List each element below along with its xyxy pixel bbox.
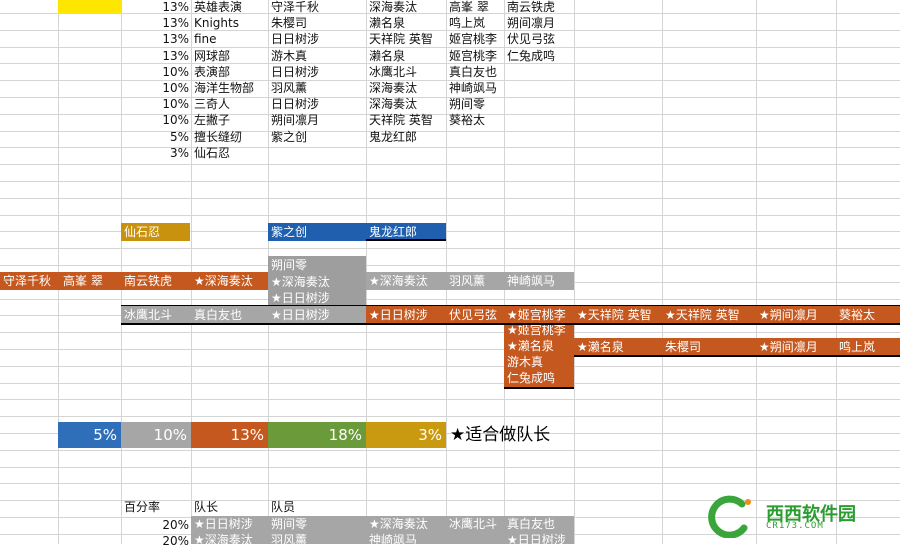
bottom-row-member[interactable]: 朔间零 — [268, 516, 366, 532]
member-cell — [268, 144, 369, 162]
header-pct: 百分率 — [124, 500, 161, 514]
legend-10: 10% — [121, 422, 191, 448]
watermark-url: CR173.COM — [766, 521, 824, 531]
gray-stack-item[interactable]: 朔间零 — [268, 256, 366, 274]
orange-mid-item[interactable]: ★天祥院 英智 — [662, 306, 756, 324]
legend-note: ★适合做队长 — [450, 425, 551, 445]
orange-mid-item[interactable]: ★朔间凛月 — [756, 306, 836, 324]
gray-stack-item[interactable]: ★深海奏汰 — [268, 274, 366, 290]
orange-right-item[interactable]: 朱樱司 — [662, 338, 756, 356]
gray-row-item[interactable]: 神崎飒马 — [504, 272, 574, 290]
team-cell: 仙石忍 — [194, 145, 231, 160]
outline — [504, 387, 574, 389]
header-leader: 队长 — [194, 500, 219, 514]
orange-right-item[interactable]: ★濑名泉 — [574, 338, 662, 356]
bottom-row-member[interactable]: 真白友也 — [504, 516, 574, 532]
gold-box-sengoku[interactable]: 仙石忍 — [121, 223, 190, 241]
blue-box-shinobu[interactable]: 紫之创 — [268, 223, 366, 241]
gray-stack-item[interactable]: ★日日树涉 — [268, 290, 366, 306]
orange-mid-item[interactable]: ★天祥院 英智 — [574, 306, 662, 324]
bottom-row-leader[interactable]: ★日日树涉 — [191, 516, 268, 532]
pct-cell: 3% — [169, 145, 189, 160]
legend-18: 18% — [268, 422, 366, 448]
outline — [574, 355, 900, 357]
orange-row-item[interactable]: 守泽千秋 — [0, 272, 60, 290]
bottom-row-leader[interactable]: ★深海奏汰 — [191, 532, 268, 548]
outline — [121, 323, 900, 325]
orange-row-item[interactable]: 高峯 翠 — [60, 272, 122, 290]
logo-icon — [708, 495, 751, 539]
outline — [121, 305, 900, 306]
bottom-row-member[interactable]: 羽风薰 — [268, 532, 366, 548]
orange-stack-item[interactable]: ★濑名泉 — [504, 338, 574, 354]
yellow-header-cell — [58, 0, 121, 13]
member-cell — [446, 144, 507, 162]
orange-right-item[interactable]: 鸣上岚 — [836, 338, 900, 356]
bottom-row-member[interactable]: ★深海奏汰 — [366, 516, 446, 532]
bottom-row-pct: 20% — [162, 534, 189, 548]
gray-left-item[interactable]: ★日日树涉 — [268, 306, 366, 324]
legend-3: 3% — [366, 422, 446, 448]
orange-right-item[interactable]: ★朔间凛月 — [756, 338, 836, 356]
orange-stack-item[interactable]: 游木真 — [504, 354, 574, 370]
orange-row-item[interactable]: 南云铁虎 — [121, 272, 191, 290]
member-cell — [504, 144, 577, 162]
legend-13: 13% — [191, 422, 268, 448]
member-cell — [366, 144, 449, 162]
header-member: 队员 — [271, 500, 296, 514]
orange-stack-item[interactable]: 仁兔成鸣 — [504, 370, 574, 386]
watermark-logo: 西西软件园 CR173.COM — [702, 494, 892, 539]
bottom-row-member[interactable]: 神崎飒马 — [366, 532, 446, 548]
gray-left-item[interactable]: 冰鹰北斗 — [121, 306, 191, 324]
orange-mid-item[interactable]: 葵裕太 — [836, 306, 900, 324]
orange-mid-item[interactable]: ★日日树涉 — [366, 306, 446, 324]
orange-mid-item[interactable]: 伏见弓弦 — [446, 306, 504, 324]
gray-row-item[interactable]: 羽风薰 — [446, 272, 504, 290]
legend-5: 5% — [58, 422, 121, 448]
outline — [366, 239, 446, 241]
gray-left-item[interactable]: 真白友也 — [191, 306, 268, 324]
gray-row-item[interactable]: ★深海奏汰 — [366, 272, 446, 290]
bottom-row-member[interactable]: ★日日树涉 — [504, 532, 574, 548]
bottom-row-member[interactable]: 冰鹰北斗 — [446, 516, 504, 532]
bottom-row-member[interactable] — [446, 532, 504, 548]
orange-row-item[interactable]: ★深海奏汰 — [191, 272, 268, 290]
